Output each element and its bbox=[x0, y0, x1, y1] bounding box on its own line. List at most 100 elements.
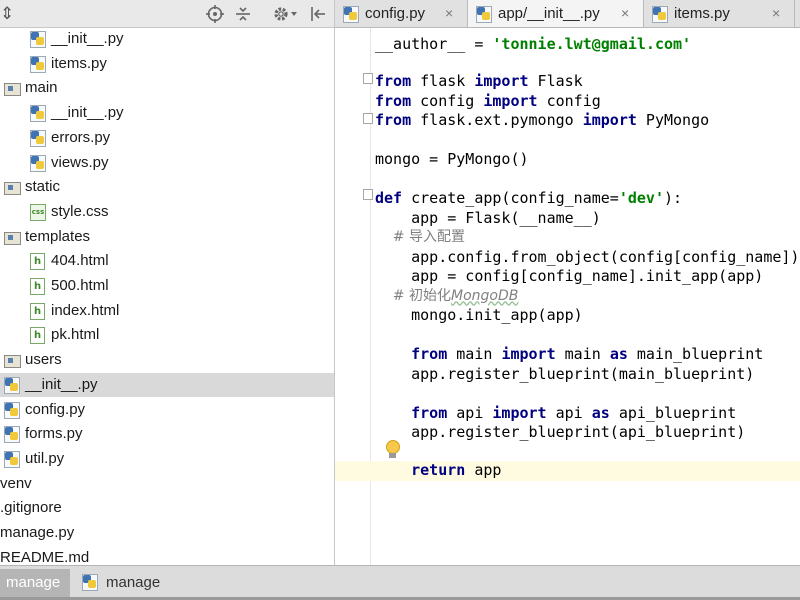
editor-gutter bbox=[335, 28, 373, 565]
python-file-icon bbox=[4, 376, 20, 394]
python-file-icon bbox=[30, 31, 46, 48]
tree-item-label: static bbox=[25, 178, 61, 196]
css-file-icon: css bbox=[30, 203, 46, 221]
close-tab-icon[interactable]: × bbox=[772, 0, 780, 27]
editor-tab-label: app/__init__.py bbox=[498, 5, 600, 22]
tree-item-label: __init__.py bbox=[51, 30, 124, 47]
code-line: from flask import Flask bbox=[375, 72, 583, 90]
code-line: app.config.from_object(config[config_nam… bbox=[375, 247, 800, 266]
python-file-icon bbox=[30, 129, 46, 147]
code-line: from config import config bbox=[375, 91, 601, 110]
locate-icon[interactable] bbox=[205, 0, 225, 27]
python-file-icon bbox=[476, 6, 492, 23]
tree-item[interactable]: users bbox=[0, 348, 334, 373]
tree-item[interactable]: h index.html bbox=[0, 299, 334, 324]
tree-item-label: venv bbox=[0, 474, 32, 492]
tree-item-label: .gitignore bbox=[0, 499, 62, 517]
tree-item-label: README.md bbox=[0, 548, 90, 565]
code-line: mongo = PyMongo() bbox=[375, 150, 529, 168]
code-line: app.register_blueprint(main_blueprint) bbox=[375, 364, 755, 383]
python-file-icon bbox=[30, 154, 46, 172]
close-tab-icon[interactable]: × bbox=[445, 0, 453, 27]
tree-item[interactable]: main bbox=[0, 76, 334, 101]
tree-item-label: forms.py bbox=[25, 425, 83, 443]
code-line: from api import api as api_blueprint bbox=[411, 403, 737, 422]
code-editor: config.py × app/__init__.py × items.py × __au… bbox=[335, 0, 800, 565]
editor-tab[interactable]: items.py × bbox=[644, 0, 795, 27]
code-comment: # 初始化MongoDB bbox=[375, 287, 519, 304]
expand-icon[interactable]: ⇕ bbox=[0, 0, 14, 27]
tree-item[interactable]: util.py bbox=[0, 447, 334, 472]
tree-item[interactable]: views.py bbox=[0, 151, 334, 176]
tree-item-label: style.css bbox=[51, 202, 109, 220]
run-tab[interactable]: manage bbox=[0, 569, 70, 597]
editor-tab[interactable]: app/__init__.py × bbox=[468, 0, 644, 27]
ide-window: ⇕ __init__.py items.py main __init__.py erro… bbox=[0, 0, 800, 600]
python-file-icon bbox=[4, 426, 20, 444]
python-file-icon bbox=[30, 55, 46, 73]
run-tool-window-bar: manage manage bbox=[0, 565, 800, 600]
python-file-icon bbox=[652, 6, 668, 23]
editor-tab[interactable]: config.py × bbox=[335, 0, 468, 27]
code-line: from flask.ext.pymongo import PyMongo bbox=[375, 111, 710, 129]
tree-item-label: config.py bbox=[25, 400, 86, 418]
code-line: __author__ = 'tonnie.lwt@gmail.com' bbox=[375, 35, 692, 53]
tree-item[interactable]: h 500.html bbox=[0, 274, 334, 299]
run-tab-label: manage bbox=[106, 574, 161, 591]
fold-marker[interactable] bbox=[363, 113, 373, 124]
tree-item[interactable]: errors.py bbox=[0, 126, 334, 151]
code-line-current: return app bbox=[335, 461, 800, 481]
code-line: app = Flask(__name__) bbox=[375, 208, 601, 227]
lightbulb-icon[interactable] bbox=[385, 440, 400, 460]
project-tree: __init__.py items.py main __init__.py errors… bbox=[0, 27, 334, 565]
tree-item[interactable]: static bbox=[0, 175, 334, 200]
tree-item[interactable]: manage.py bbox=[0, 521, 334, 546]
folder-icon bbox=[4, 80, 21, 97]
tree-item-label: index.html bbox=[51, 301, 120, 319]
editor-tab-bar: config.py × app/__init__.py × items.py × bbox=[335, 0, 800, 28]
tree-item-label: 500.html bbox=[51, 277, 109, 294]
tree-item[interactable]: h 404.html bbox=[0, 249, 334, 274]
tree-item-label: main bbox=[25, 79, 58, 97]
tree-item[interactable]: config.py bbox=[0, 398, 334, 423]
tree-item-label: __init__.py bbox=[51, 104, 124, 122]
html-file-icon: h bbox=[30, 327, 46, 345]
tree-item[interactable]: README.md bbox=[0, 546, 334, 565]
tree-item[interactable]: h pk.html bbox=[0, 323, 334, 348]
code-line: from main import main as main_blueprint bbox=[411, 345, 764, 363]
tree-item[interactable]: forms.py bbox=[0, 422, 334, 447]
folder-icon bbox=[4, 179, 21, 196]
tree-item[interactable]: __init__.py bbox=[0, 372, 334, 398]
fold-marker[interactable] bbox=[363, 73, 373, 84]
tree-item[interactable]: items.py bbox=[0, 52, 334, 77]
code-line: app = config[config_name].init_app(app) bbox=[375, 267, 764, 285]
settings-icon[interactable] bbox=[270, 0, 300, 27]
code-line: app.register_blueprint(api_blueprint) bbox=[375, 423, 746, 441]
html-file-icon: h bbox=[30, 302, 46, 320]
python-file-icon bbox=[4, 450, 20, 468]
tree-item[interactable]: templates bbox=[0, 225, 334, 250]
run-tab[interactable]: manage bbox=[72, 569, 172, 597]
tree-item-label: errors.py bbox=[51, 128, 111, 146]
folder-icon bbox=[4, 352, 21, 369]
tree-item-label: users bbox=[25, 351, 62, 369]
tree-item[interactable]: __init__.py bbox=[0, 101, 334, 126]
tree-item-label: items.py bbox=[51, 54, 107, 72]
close-tab-icon[interactable]: × bbox=[621, 0, 629, 27]
tree-item[interactable]: venv bbox=[0, 472, 334, 497]
code-line: def create_app(config_name='dev'): bbox=[375, 189, 683, 207]
python-file-icon bbox=[30, 105, 46, 123]
hide-icon[interactable] bbox=[308, 0, 328, 27]
python-file-icon bbox=[4, 401, 20, 419]
collapse-icon[interactable] bbox=[233, 0, 253, 27]
tree-item[interactable]: __init__.py bbox=[0, 27, 334, 52]
tree-item[interactable]: .gitignore bbox=[0, 496, 334, 521]
tree-item-label: __init__.py bbox=[25, 375, 98, 393]
tree-item-label: 404.html bbox=[51, 252, 109, 270]
html-file-icon: h bbox=[30, 278, 46, 295]
project-tool-window: ⇕ __init__.py items.py main __init__.py erro… bbox=[0, 0, 335, 565]
tree-item[interactable]: css style.css bbox=[0, 200, 334, 225]
code-comment: # 导入配置 bbox=[375, 229, 465, 245]
python-file-icon bbox=[82, 574, 100, 592]
fold-marker[interactable] bbox=[363, 189, 373, 200]
